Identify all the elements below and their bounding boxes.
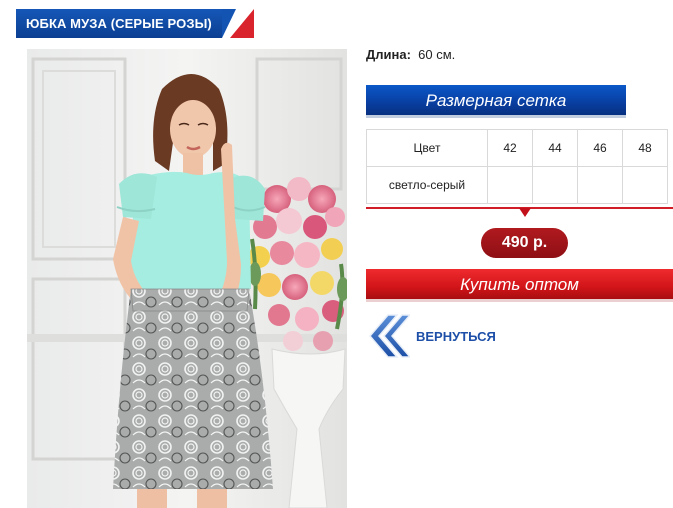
size-table-header: Цвет 42 44 46 48: [366, 129, 668, 167]
table-row: светло-серый: [366, 166, 668, 204]
size-cell-48[interactable]: [622, 166, 668, 204]
product-title: ЮБКА МУЗА (СЕРЫЕ РОЗЫ): [26, 16, 212, 31]
size-header-48: 48: [622, 129, 668, 167]
size-chart-button-label: Размерная сетка: [425, 91, 567, 110]
double-chevron-left-icon: [369, 314, 410, 358]
length-label: Длина:: [366, 47, 411, 62]
size-cell-44[interactable]: [532, 166, 578, 204]
product-photo[interactable]: [27, 49, 347, 508]
size-cell-42[interactable]: [487, 166, 533, 204]
back-link[interactable]: ВЕРНУТЬСЯ: [366, 313, 516, 359]
back-link-label: ВЕРНУТЬСЯ: [416, 329, 496, 344]
length-value: 60 см.: [418, 47, 456, 62]
price-badge: 490 р.: [481, 228, 568, 258]
size-chart-button[interactable]: Размерная сетка: [366, 85, 626, 118]
color-header: Цвет: [366, 129, 488, 167]
size-header-42: 42: [487, 129, 533, 167]
buy-wholesale-button[interactable]: Купить оптом: [366, 269, 673, 302]
product-title-tab: ЮБКА МУЗА (СЕРЫЕ РОЗЫ): [16, 9, 254, 38]
length-spec: Длина: 60 см.: [366, 47, 455, 62]
price-pointer-icon: [519, 208, 531, 217]
color-cell: светло-серый: [366, 166, 488, 204]
title-red-accent: [230, 9, 254, 38]
size-header-44: 44: [532, 129, 578, 167]
size-header-46: 46: [577, 129, 623, 167]
buy-button-label: Купить оптом: [460, 275, 579, 294]
size-cell-46[interactable]: [577, 166, 623, 204]
size-table: Цвет 42 44 46 48 светло-серый: [366, 129, 668, 204]
